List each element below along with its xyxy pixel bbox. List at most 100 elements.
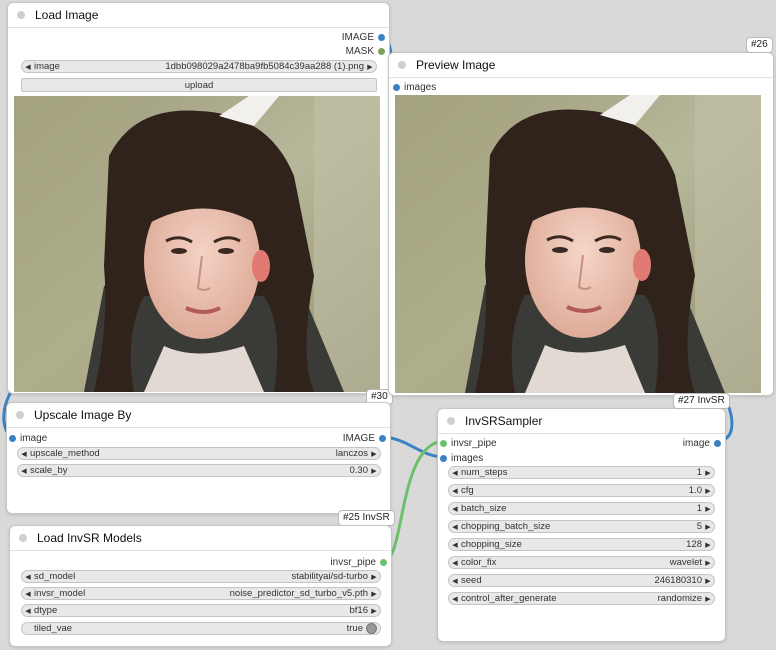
- node-invsr-sampler[interactable]: InvSRSampler invsr_pipe images image ◀ n…: [437, 408, 726, 642]
- control-after-generate-select[interactable]: ◀ control_after_generate randomize ▶: [448, 592, 715, 605]
- right-arrow-icon[interactable]: ▶: [368, 467, 380, 475]
- right-arrow-icon[interactable]: ▶: [702, 469, 714, 477]
- batch-size-number[interactable]: ◀ batch_size 1 ▶: [448, 502, 715, 515]
- node-preview-image[interactable]: Preview Image images: [388, 52, 774, 396]
- right-arrow-icon[interactable]: ▶: [364, 63, 376, 71]
- output-slot-image[interactable]: IMAGE: [343, 432, 386, 444]
- output-label: image: [682, 437, 710, 449]
- right-arrow-icon[interactable]: ▶: [702, 523, 714, 531]
- wire-upscale-to-sampler: [384, 435, 444, 459]
- left-arrow-icon[interactable]: ◀: [449, 559, 461, 567]
- output-label: MASK: [345, 45, 374, 57]
- right-arrow-icon[interactable]: ▶: [702, 505, 714, 513]
- output-label: IMAGE: [341, 31, 374, 43]
- left-arrow-icon[interactable]: ◀: [18, 450, 30, 458]
- invsr-model-select[interactable]: ◀ invsr_model noise_predictor_sd_turbo_v…: [21, 587, 381, 600]
- scale-by-number[interactable]: ◀ scale_by 0.30 ▶: [17, 464, 381, 477]
- node-load-invsr-models[interactable]: Load InvSR Models invsr_pipe ◀ sd_model …: [9, 525, 392, 647]
- output-dot-icon[interactable]: [379, 434, 386, 442]
- collapse-dot-icon[interactable]: [16, 411, 24, 419]
- image-file-select[interactable]: ◀ image 1dbb098029a2478ba9fb5084c39aa288…: [21, 60, 377, 73]
- left-arrow-icon[interactable]: ◀: [22, 63, 34, 71]
- num-steps-number[interactable]: ◀ num_steps 1 ▶: [448, 466, 715, 479]
- output-slot-image[interactable]: IMAGE: [342, 31, 385, 43]
- widget-label: batch_size: [461, 503, 507, 514]
- input-dot-icon[interactable]: [440, 454, 447, 462]
- right-arrow-icon[interactable]: ▶: [702, 559, 714, 567]
- input-slot-images[interactable]: images: [440, 452, 483, 464]
- upload-button[interactable]: upload: [21, 78, 377, 92]
- node-title[interactable]: Load InvSR Models: [10, 526, 391, 551]
- seed-number[interactable]: ◀ seed 246180310 ▶: [448, 574, 715, 587]
- widget-value: 1dbb098029a2478ba9fb5084c39aa288 (1).png: [165, 61, 364, 72]
- right-arrow-icon[interactable]: ▶: [702, 541, 714, 549]
- toggle-knob-icon[interactable]: [366, 623, 377, 634]
- output-dot-icon[interactable]: [380, 558, 387, 566]
- right-arrow-icon[interactable]: ▶: [368, 590, 380, 598]
- right-arrow-icon[interactable]: ▶: [702, 487, 714, 495]
- node-id-badge: #26: [746, 37, 773, 53]
- right-arrow-icon[interactable]: ▶: [368, 573, 380, 581]
- node-title[interactable]: Preview Image: [389, 53, 773, 78]
- dtype-select[interactable]: ◀ dtype bf16 ▶: [21, 604, 381, 617]
- collapse-dot-icon[interactable]: [447, 417, 455, 425]
- left-arrow-icon[interactable]: ◀: [18, 467, 30, 475]
- widget-value: 246180310: [654, 575, 702, 586]
- right-arrow-icon[interactable]: ▶: [702, 595, 714, 603]
- left-arrow-icon[interactable]: ◀: [449, 487, 461, 495]
- input-dot-icon[interactable]: [393, 83, 400, 91]
- widget-label: tiled_vae: [34, 623, 73, 634]
- node-title[interactable]: Load Image: [8, 3, 389, 28]
- input-dot-icon[interactable]: [440, 439, 447, 447]
- sd-model-select[interactable]: ◀ sd_model stabilityai/sd-turbo ▶: [21, 570, 381, 583]
- widget-label: upscale_method: [30, 448, 100, 459]
- left-arrow-icon[interactable]: ◀: [449, 469, 461, 477]
- right-arrow-icon[interactable]: ▶: [368, 450, 380, 458]
- input-label: image: [20, 432, 48, 444]
- upscale-method-select[interactable]: ◀ upscale_method lanczos ▶: [17, 447, 381, 460]
- output-slot-invsr-pipe[interactable]: invsr_pipe: [330, 556, 387, 568]
- left-arrow-icon[interactable]: ◀: [22, 607, 34, 615]
- node-title[interactable]: InvSRSampler: [438, 409, 725, 434]
- input-dot-icon[interactable]: [9, 434, 16, 442]
- left-arrow-icon[interactable]: ◀: [449, 541, 461, 549]
- right-arrow-icon[interactable]: ▶: [702, 577, 714, 585]
- left-arrow-icon[interactable]: ◀: [449, 523, 461, 531]
- widget-label: seed: [461, 575, 482, 586]
- input-slot-image[interactable]: image: [9, 432, 47, 444]
- upload-button-label: upload: [184, 79, 214, 91]
- wire-models-to-sampler: [383, 439, 444, 563]
- node-load-image[interactable]: Load Image IMAGE MASK ◀ image 1dbb098029…: [7, 2, 390, 394]
- widget-label: sd_model: [34, 571, 76, 582]
- collapse-dot-icon[interactable]: [398, 61, 406, 69]
- collapse-dot-icon[interactable]: [19, 534, 27, 542]
- left-arrow-icon[interactable]: ◀: [449, 595, 461, 603]
- preview-image-portrait: [395, 95, 761, 393]
- chopping-batch-size-number[interactable]: ◀ chopping_batch_size 5 ▶: [448, 520, 715, 533]
- chopping-size-number[interactable]: ◀ chopping_size 128 ▶: [448, 538, 715, 551]
- tiled-vae-toggle[interactable]: tiled_vae true: [21, 622, 381, 635]
- input-slot-images[interactable]: images: [393, 81, 436, 93]
- widget-label: scale_by: [30, 465, 68, 476]
- collapse-dot-icon[interactable]: [17, 11, 25, 19]
- widget-value: bf16: [349, 605, 369, 616]
- left-arrow-icon[interactable]: ◀: [449, 577, 461, 585]
- node-upscale-image-by[interactable]: Upscale Image By image IMAGE ◀ upscale_m…: [6, 402, 391, 514]
- output-slot-mask[interactable]: MASK: [346, 45, 385, 57]
- left-arrow-icon[interactable]: ◀: [449, 505, 461, 513]
- input-slot-invsr-pipe[interactable]: invsr_pipe: [440, 437, 497, 449]
- node-title-text: Load InvSR Models: [37, 531, 142, 545]
- cfg-number[interactable]: ◀ cfg 1.0 ▶: [448, 484, 715, 497]
- color-fix-select[interactable]: ◀ color_fix wavelet ▶: [448, 556, 715, 569]
- left-arrow-icon[interactable]: ◀: [22, 590, 34, 598]
- output-slot-image[interactable]: image: [683, 437, 721, 449]
- output-dot-icon[interactable]: [714, 439, 721, 447]
- right-arrow-icon[interactable]: ▶: [368, 607, 380, 615]
- node-id-badge: #25 InvSR: [338, 510, 395, 526]
- widget-value: lanczos: [335, 448, 368, 459]
- left-arrow-icon[interactable]: ◀: [22, 573, 34, 581]
- output-dot-icon[interactable]: [378, 47, 385, 55]
- widget-label: invsr_model: [34, 588, 86, 599]
- output-dot-icon[interactable]: [378, 33, 385, 41]
- node-title[interactable]: Upscale Image By: [7, 403, 390, 428]
